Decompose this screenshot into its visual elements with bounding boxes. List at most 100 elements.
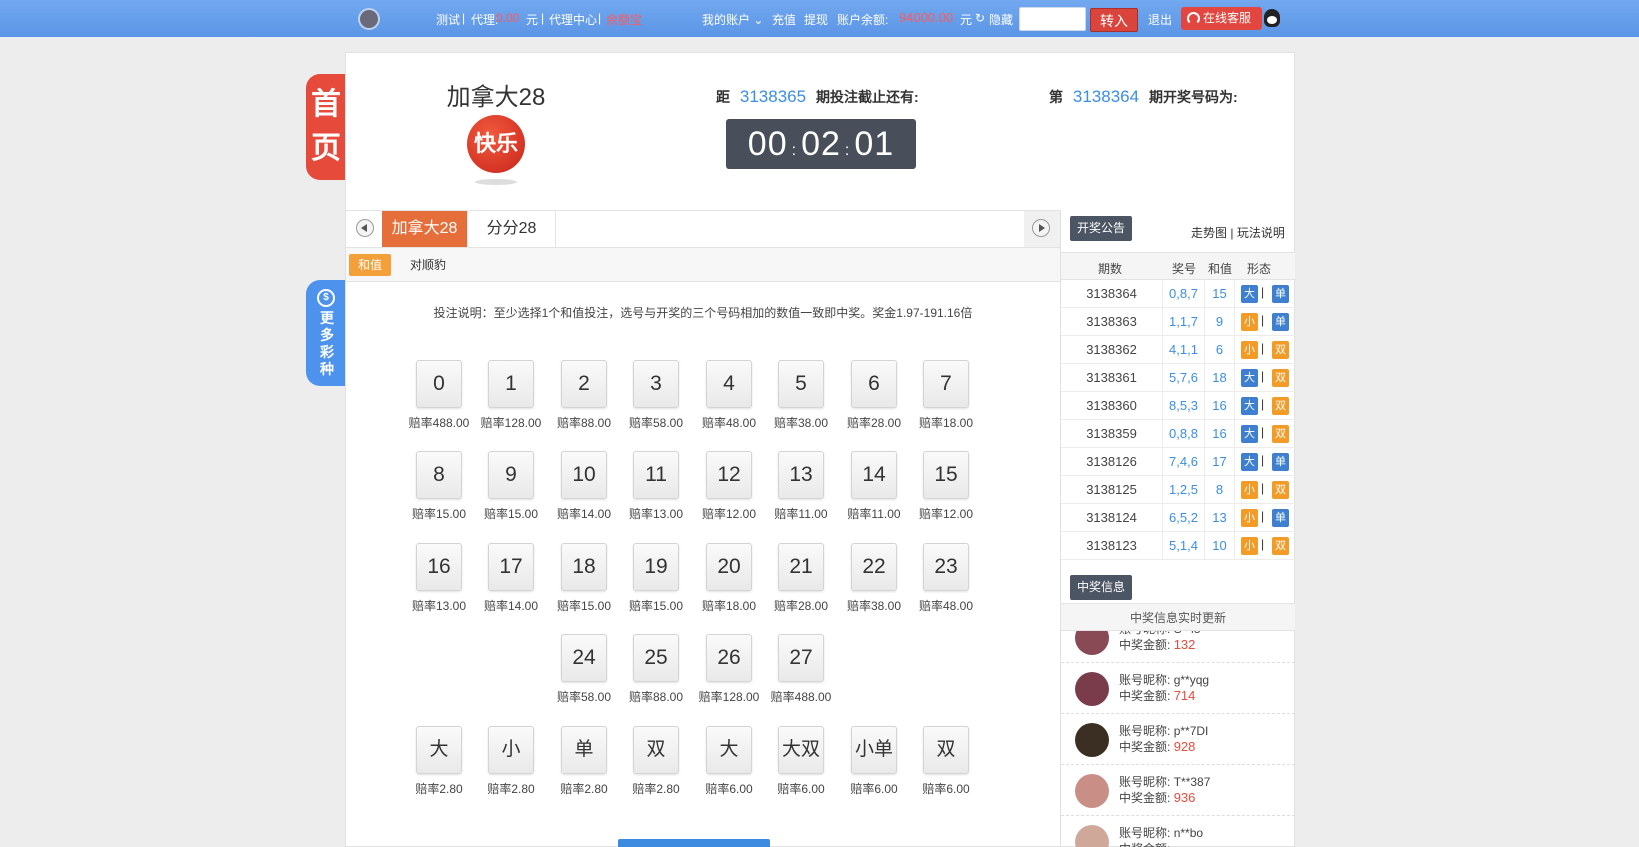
number-button[interactable]: 6 (851, 360, 897, 408)
combo-button[interactable]: 单 (561, 726, 607, 774)
online-service-button[interactable]: 在线客服 (1181, 7, 1262, 30)
subtab-sum[interactable]: 和值 (349, 254, 392, 276)
shape-separator: | (1261, 453, 1265, 467)
balance-amount: 94000.00 (899, 10, 954, 25)
result-sum: 8 (1205, 476, 1235, 504)
number-button[interactable]: 14 (851, 451, 897, 499)
parity-badge: 单 (1272, 313, 1289, 331)
result-row: 3138361 5,7,6 18 大 | 双 (1061, 364, 1295, 392)
home-side-tab[interactable]: 首页 (306, 74, 346, 180)
combo-button[interactable]: 大 (706, 726, 752, 774)
deadline-info: 距 3138365 期投注截止还有: (716, 87, 919, 107)
number-button[interactable]: 18 (561, 543, 607, 591)
winner-amount: 928 (1173, 739, 1196, 754)
number-button[interactable]: 10 (561, 451, 607, 499)
countdown-seconds: 01 (854, 125, 895, 163)
number-button[interactable]: 20 (706, 543, 752, 591)
withdraw-link[interactable]: 提现 (804, 11, 828, 28)
combo-button[interactable]: 大 (416, 726, 462, 774)
parity-badge: 双 (1272, 341, 1289, 359)
number-button[interactable]: 22 (851, 543, 897, 591)
odds-label: 赔率128.00 (698, 690, 760, 704)
combo-button[interactable]: 小 (488, 726, 534, 774)
agent-center-link[interactable]: 代理中心 (549, 11, 597, 28)
logout-link[interactable]: 退出 (1148, 11, 1172, 28)
number-button[interactable]: 19 (633, 543, 679, 591)
more-lotteries-side-tab[interactable]: $ 更多彩种 (306, 280, 346, 386)
result-issue: 3138126 (1061, 448, 1163, 476)
number-button[interactable]: 21 (778, 543, 824, 591)
headset-icon (1187, 12, 1200, 25)
transfer-button[interactable]: 转入 (1090, 8, 1138, 32)
number-button[interactable]: 13 (778, 451, 824, 499)
number-button[interactable]: 12 (706, 451, 752, 499)
number-button[interactable]: 25 (633, 634, 679, 682)
winner-avatar (1075, 723, 1109, 757)
winning-info-button[interactable]: 中奖信息 (1070, 575, 1133, 600)
number-button[interactable]: 17 (488, 543, 534, 591)
nickname-label: 账号昵称: (1119, 724, 1171, 738)
number-button[interactable]: 7 (923, 360, 969, 408)
hide-balance-link[interactable]: 隐藏 (989, 11, 1013, 28)
lottery-title: 加拿大28 (446, 84, 546, 111)
number-button[interactable]: 11 (633, 451, 679, 499)
user-avatar[interactable] (358, 8, 380, 30)
draw-notice-button[interactable]: 开奖公告 (1070, 216, 1133, 241)
bet-description: 投注说明：至少选择1个和值投注，选号与开奖的三个号码相加的数值一致即中奖。奖金1… (433, 306, 973, 320)
number-button[interactable]: 8 (416, 451, 462, 499)
recharge-link[interactable]: 充值 (772, 11, 796, 28)
winner-avatar (1075, 774, 1109, 808)
number-button[interactable]: 26 (706, 634, 752, 682)
number-button[interactable]: 27 (778, 634, 824, 682)
number-button[interactable]: 2 (561, 360, 607, 408)
trend-chart-link[interactable]: 走势图 (1191, 226, 1227, 240)
qq-icon[interactable] (1264, 9, 1280, 27)
transfer-amount-input[interactable] (1019, 7, 1086, 31)
number-button[interactable]: 1 (488, 360, 534, 408)
tab-fenfen28[interactable]: 分分28 (468, 211, 556, 247)
combo-button[interactable]: 大双 (778, 726, 824, 774)
number-button[interactable]: 16 (416, 543, 462, 591)
number-button[interactable]: 5 (778, 360, 824, 408)
rules-link[interactable]: 玩法说明 (1237, 226, 1285, 240)
place-bet-button[interactable] (618, 839, 770, 847)
deadline-suffix: 期投注截止还有: (815, 89, 919, 105)
number-button[interactable]: 3 (633, 360, 679, 408)
result-sum: 6 (1205, 336, 1235, 364)
combo-button[interactable]: 小单 (851, 726, 897, 774)
refresh-icon[interactable]: ↻ (975, 11, 985, 25)
results-sidebar: 开奖公告 走势图 | 玩法说明 期数 奖号 和值 形态 3138364 0,8,7… (1060, 210, 1295, 847)
parity-badge: 双 (1272, 397, 1289, 415)
number-button[interactable]: 15 (923, 451, 969, 499)
shape-separator: | (1261, 369, 1265, 383)
shape-separator: | (1261, 313, 1265, 327)
number-button[interactable]: 0 (416, 360, 462, 408)
number-button[interactable]: 4 (706, 360, 752, 408)
countdown-timer: 00:02:01 (726, 119, 916, 169)
result-row: 3138360 8,5,3 16 大 | 双 (1061, 392, 1295, 420)
number-button[interactable]: 9 (488, 451, 534, 499)
number-button[interactable]: 23 (923, 543, 969, 591)
draw-prefix: 第 (1049, 89, 1063, 105)
odds-label: 赔率6.00 (922, 782, 970, 796)
odds-label: 赔率6.00 (850, 782, 898, 796)
lottery-logo: 快乐 (467, 115, 525, 173)
size-badge: 小 (1241, 481, 1258, 499)
shape-separator: | (1261, 481, 1265, 495)
combo-button[interactable]: 双 (633, 726, 679, 774)
odds-label: 赔率15.00 (556, 599, 612, 613)
odds-label: 赔率6.00 (777, 782, 825, 796)
combo-button[interactable]: 双 (923, 726, 969, 774)
scroll-left-icon[interactable] (356, 219, 374, 237)
scroll-right-icon[interactable] (1032, 219, 1050, 237)
result-issue: 3138361 (1061, 364, 1163, 392)
yuebao-link[interactable]: 余额宝 (606, 11, 642, 28)
tab-canada28[interactable]: 加拿大28 (382, 211, 468, 247)
subtab-pair-straight-triple[interactable]: 对顺豹 (401, 254, 455, 276)
results-table-header: 期数 奖号 和值 形态 (1061, 252, 1295, 280)
topbar-separator: | (462, 11, 466, 25)
odds-label: 赔率28.00 (773, 599, 829, 613)
my-account-menu[interactable]: 我的账户 ⌄ (702, 11, 763, 28)
amount-label: 中奖金额: (1119, 842, 1170, 847)
number-button[interactable]: 24 (561, 634, 607, 682)
